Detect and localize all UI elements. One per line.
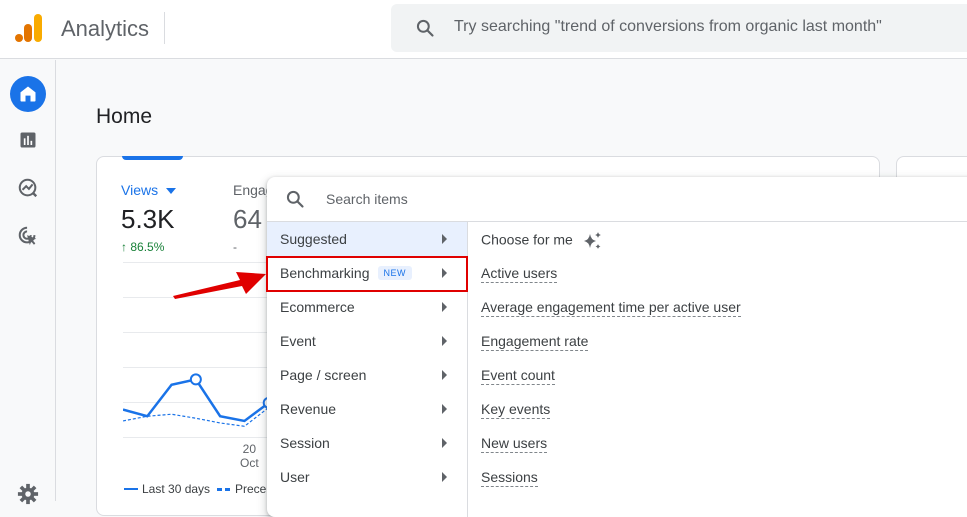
metric-change: ↑ 86.5% (121, 240, 165, 254)
chevron-right-icon (442, 234, 447, 244)
metric-value: 64 (233, 204, 262, 234)
app-title: Analytics (61, 16, 150, 41)
option-sessions[interactable]: Sessions (481, 469, 538, 487)
metric-change: - (233, 240, 237, 254)
legend-swatch-solid (124, 488, 138, 490)
nav-explore-button[interactable] (10, 170, 46, 206)
metric-tab-views[interactable]: Views (121, 182, 176, 198)
chevron-right-icon (442, 404, 447, 414)
chevron-right-icon (442, 438, 447, 448)
gear-icon (17, 483, 39, 505)
legend-last-30-days: Last 30 days (124, 482, 210, 496)
menu-search-field[interactable]: Search items (267, 177, 967, 222)
dropdown-arrow-icon (165, 188, 176, 195)
nav-reports-button[interactable] (10, 122, 46, 158)
nav-advertising-button[interactable] (10, 218, 46, 254)
category-session[interactable]: Session (267, 426, 467, 460)
category-revenue[interactable]: Revenue (267, 392, 467, 426)
chevron-right-icon (442, 336, 447, 346)
chevron-right-icon (442, 472, 447, 482)
analytics-logo-icon[interactable] (14, 12, 44, 44)
global-search-placeholder: Try searching "trend of conversions from… (454, 18, 882, 35)
search-icon (286, 190, 304, 208)
annotation-highlight-box (266, 256, 468, 292)
chevron-right-icon (442, 302, 447, 312)
top-bar: Analytics Try searching "trend of conver… (0, 0, 967, 59)
metric-value: 5.3K (121, 204, 175, 234)
search-icon (416, 19, 434, 37)
metric-picker-menu: Search items Suggested Benchmarking NEW … (267, 177, 967, 517)
category-user[interactable]: User (267, 460, 467, 494)
bar-chart-icon (20, 132, 36, 148)
metric-options-list: Choose for me Active users Average engag… (468, 222, 967, 517)
nav-settings-button[interactable] (10, 476, 46, 512)
option-key-events[interactable]: Key events (481, 401, 551, 419)
option-active-users[interactable]: Active users (481, 265, 558, 283)
legend-swatch-dashed (217, 487, 231, 491)
legend-preceding-period: Prece (217, 482, 266, 496)
option-average-engagement-time[interactable]: Average engagement time per active user (481, 299, 741, 317)
home-icon (20, 86, 36, 102)
divider (164, 12, 165, 44)
option-new-users[interactable]: New users (481, 435, 548, 453)
selected-tab-indicator (122, 156, 183, 160)
metric-label: Views (121, 182, 159, 198)
annotation-arrow-icon (173, 272, 266, 299)
data-point-marker[interactable] (189, 373, 202, 386)
explore-icon (18, 178, 38, 198)
option-choose-for-me[interactable]: Choose for me (481, 231, 603, 251)
option-engagement-rate[interactable]: Engagement rate (481, 333, 589, 351)
advertising-icon (18, 226, 37, 246)
sparkle-icon (583, 232, 601, 249)
category-suggested[interactable]: Suggested (267, 222, 467, 256)
category-page-screen[interactable]: Page / screen (267, 358, 467, 392)
side-navigation (0, 60, 56, 505)
category-event[interactable]: Event (267, 324, 467, 358)
global-search-bar[interactable]: Try searching "trend of conversions from… (391, 4, 967, 52)
page-title: Home (96, 105, 153, 128)
nav-home-button[interactable] (10, 76, 46, 112)
category-ecommerce[interactable]: Ecommerce (267, 290, 467, 324)
x-axis-tick: 20 Oct (240, 442, 259, 470)
menu-search-placeholder: Search items (326, 191, 408, 207)
chevron-right-icon (442, 370, 447, 380)
option-event-count[interactable]: Event count (481, 367, 555, 385)
arrow-up-icon: ↑ (121, 240, 127, 254)
